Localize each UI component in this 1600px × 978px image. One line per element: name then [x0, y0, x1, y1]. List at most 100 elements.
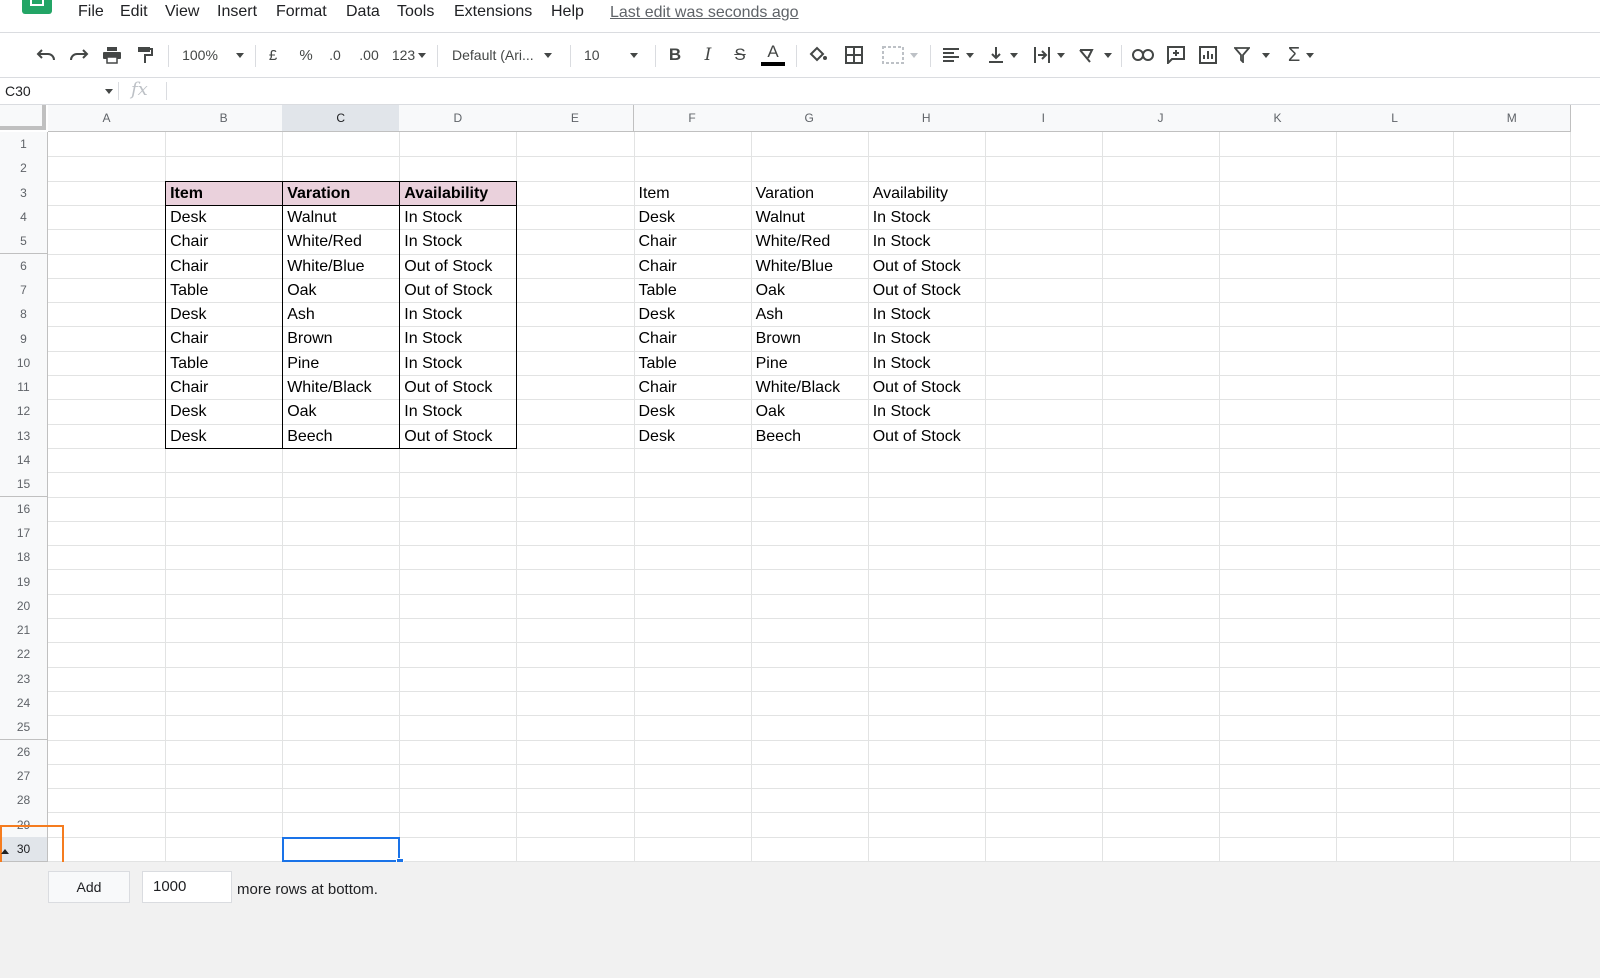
row-header-8[interactable]: 8: [0, 302, 48, 328]
table-cell[interactable]: In Stock: [869, 303, 985, 327]
rows-count-input[interactable]: 1000: [142, 871, 232, 903]
selected-cell[interactable]: [282, 836, 401, 862]
menu-data[interactable]: Data: [346, 3, 380, 21]
row-header-13[interactable]: 13: [0, 423, 48, 449]
increase-decimal-button[interactable]: .00: [355, 33, 383, 77]
table-cell[interactable]: Desk: [635, 206, 751, 230]
row-header-2[interactable]: 2: [0, 156, 48, 182]
font-size-select[interactable]: 10: [584, 33, 646, 77]
column-header-d[interactable]: D: [399, 105, 518, 132]
column-header-m[interactable]: M: [1453, 105, 1572, 132]
column-header-j[interactable]: J: [1101, 105, 1220, 132]
insert-link-icon[interactable]: [1130, 33, 1156, 77]
table-cell[interactable]: Desk: [635, 400, 751, 424]
table-cell[interactable]: Desk: [635, 303, 751, 327]
table-cell[interactable]: Out of Stock: [869, 425, 985, 449]
row-header-27[interactable]: 27: [0, 763, 48, 790]
table-cell[interactable]: White/Red: [752, 230, 868, 254]
table-cell[interactable]: Oak: [283, 400, 399, 424]
table-cell[interactable]: White/Red: [283, 230, 399, 254]
table-cell[interactable]: Desk: [166, 206, 282, 230]
decrease-decimal-button[interactable]: .0: [323, 33, 347, 77]
table-cell[interactable]: In Stock: [400, 206, 516, 230]
redo-icon[interactable]: [67, 33, 91, 77]
row-header-25[interactable]: 25: [0, 715, 48, 741]
table-cell[interactable]: Chair: [635, 255, 751, 279]
row-header-17[interactable]: 17: [0, 520, 48, 547]
table-cell[interactable]: In Stock: [869, 327, 985, 351]
table-cell[interactable]: Chair: [166, 376, 282, 400]
table-cell[interactable]: White/Black: [283, 376, 399, 400]
column-header-e[interactable]: E: [516, 105, 635, 132]
row-header-26[interactable]: 26: [0, 739, 48, 765]
paint-format-icon[interactable]: [133, 33, 157, 77]
column-header-c[interactable]: C: [282, 105, 401, 132]
table-cell[interactable]: Out of Stock: [869, 279, 985, 303]
table-cell[interactable]: White/Blue: [752, 255, 868, 279]
menu-extensions[interactable]: Extensions: [454, 3, 532, 21]
column-header-f[interactable]: F: [633, 105, 752, 132]
table-cell[interactable]: Chair: [635, 376, 751, 400]
text-wrapping-icon[interactable]: [1030, 33, 1068, 77]
table-cell[interactable]: Chair: [635, 230, 751, 254]
borders-icon[interactable]: [842, 33, 866, 77]
name-box[interactable]: C30: [0, 78, 116, 104]
table-cell[interactable]: White/Blue: [283, 255, 399, 279]
row-header-5[interactable]: 5: [0, 229, 48, 255]
cell-header[interactable]: Item: [166, 181, 283, 206]
filter-icon[interactable]: [1230, 33, 1274, 77]
table-cell[interactable]: Out of Stock: [869, 376, 985, 400]
row-header-9[interactable]: 9: [0, 326, 48, 352]
table-cell[interactable]: In Stock: [869, 400, 985, 424]
table-cell[interactable]: In Stock: [400, 327, 516, 351]
table-cell[interactable]: Table: [635, 352, 751, 376]
table-cell[interactable]: In Stock: [869, 352, 985, 376]
cell-header[interactable]: Item: [635, 182, 751, 206]
table-cell[interactable]: Oak: [283, 279, 399, 303]
table-cell[interactable]: In Stock: [869, 230, 985, 254]
italic-icon[interactable]: I: [697, 33, 719, 77]
menu-insert[interactable]: Insert: [217, 3, 257, 21]
bold-icon[interactable]: B: [664, 33, 686, 77]
table-cell[interactable]: Out of Stock: [400, 376, 516, 400]
table-cell[interactable]: Pine: [752, 352, 868, 376]
table-cell[interactable]: Walnut: [752, 206, 868, 230]
text-color-icon[interactable]: A: [760, 33, 786, 77]
row-header-28[interactable]: 28: [0, 788, 48, 814]
cell-header[interactable]: Availability: [400, 181, 517, 206]
table-cell[interactable]: In Stock: [400, 230, 516, 254]
table-cell[interactable]: Beech: [283, 425, 399, 449]
table-cell[interactable]: Table: [166, 352, 282, 376]
column-header-a[interactable]: A: [48, 105, 167, 132]
menu-file[interactable]: File: [78, 3, 104, 21]
table-cell[interactable]: Pine: [283, 352, 399, 376]
text-rotation-icon[interactable]: [1076, 33, 1114, 77]
menu-view[interactable]: View: [165, 3, 199, 21]
fill-color-icon[interactable]: [806, 33, 830, 77]
row-header-22[interactable]: 22: [0, 642, 48, 668]
table-cell[interactable]: Oak: [752, 279, 868, 303]
insert-chart-icon[interactable]: [1196, 33, 1220, 77]
formula-input[interactable]: [172, 80, 1592, 102]
table-cell[interactable]: Out of Stock: [400, 425, 516, 449]
table-cell[interactable]: Chair: [166, 255, 282, 279]
horizontal-align-icon[interactable]: [940, 33, 976, 77]
table-cell[interactable]: In Stock: [400, 400, 516, 424]
column-header-i[interactable]: I: [984, 105, 1103, 132]
percent-format-button[interactable]: %: [295, 33, 317, 77]
font-select[interactable]: Default (Ari...: [452, 33, 560, 77]
more-formats-button[interactable]: 123: [389, 33, 429, 77]
table-cell[interactable]: Out of Stock: [400, 279, 516, 303]
zoom-select[interactable]: 100%: [180, 33, 246, 77]
table-cell[interactable]: In Stock: [869, 206, 985, 230]
row-header-16[interactable]: 16: [0, 496, 48, 522]
table-cell[interactable]: In Stock: [400, 352, 516, 376]
row-header-1[interactable]: 1: [0, 132, 48, 158]
column-header-b[interactable]: B: [165, 105, 284, 132]
insert-comment-icon[interactable]: [1164, 33, 1188, 77]
print-icon[interactable]: [100, 33, 124, 77]
functions-icon[interactable]: Σ: [1282, 33, 1320, 77]
row-header-4[interactable]: 4: [0, 204, 48, 231]
row-header-7[interactable]: 7: [0, 277, 48, 304]
cell-header[interactable]: Availability: [869, 182, 985, 206]
